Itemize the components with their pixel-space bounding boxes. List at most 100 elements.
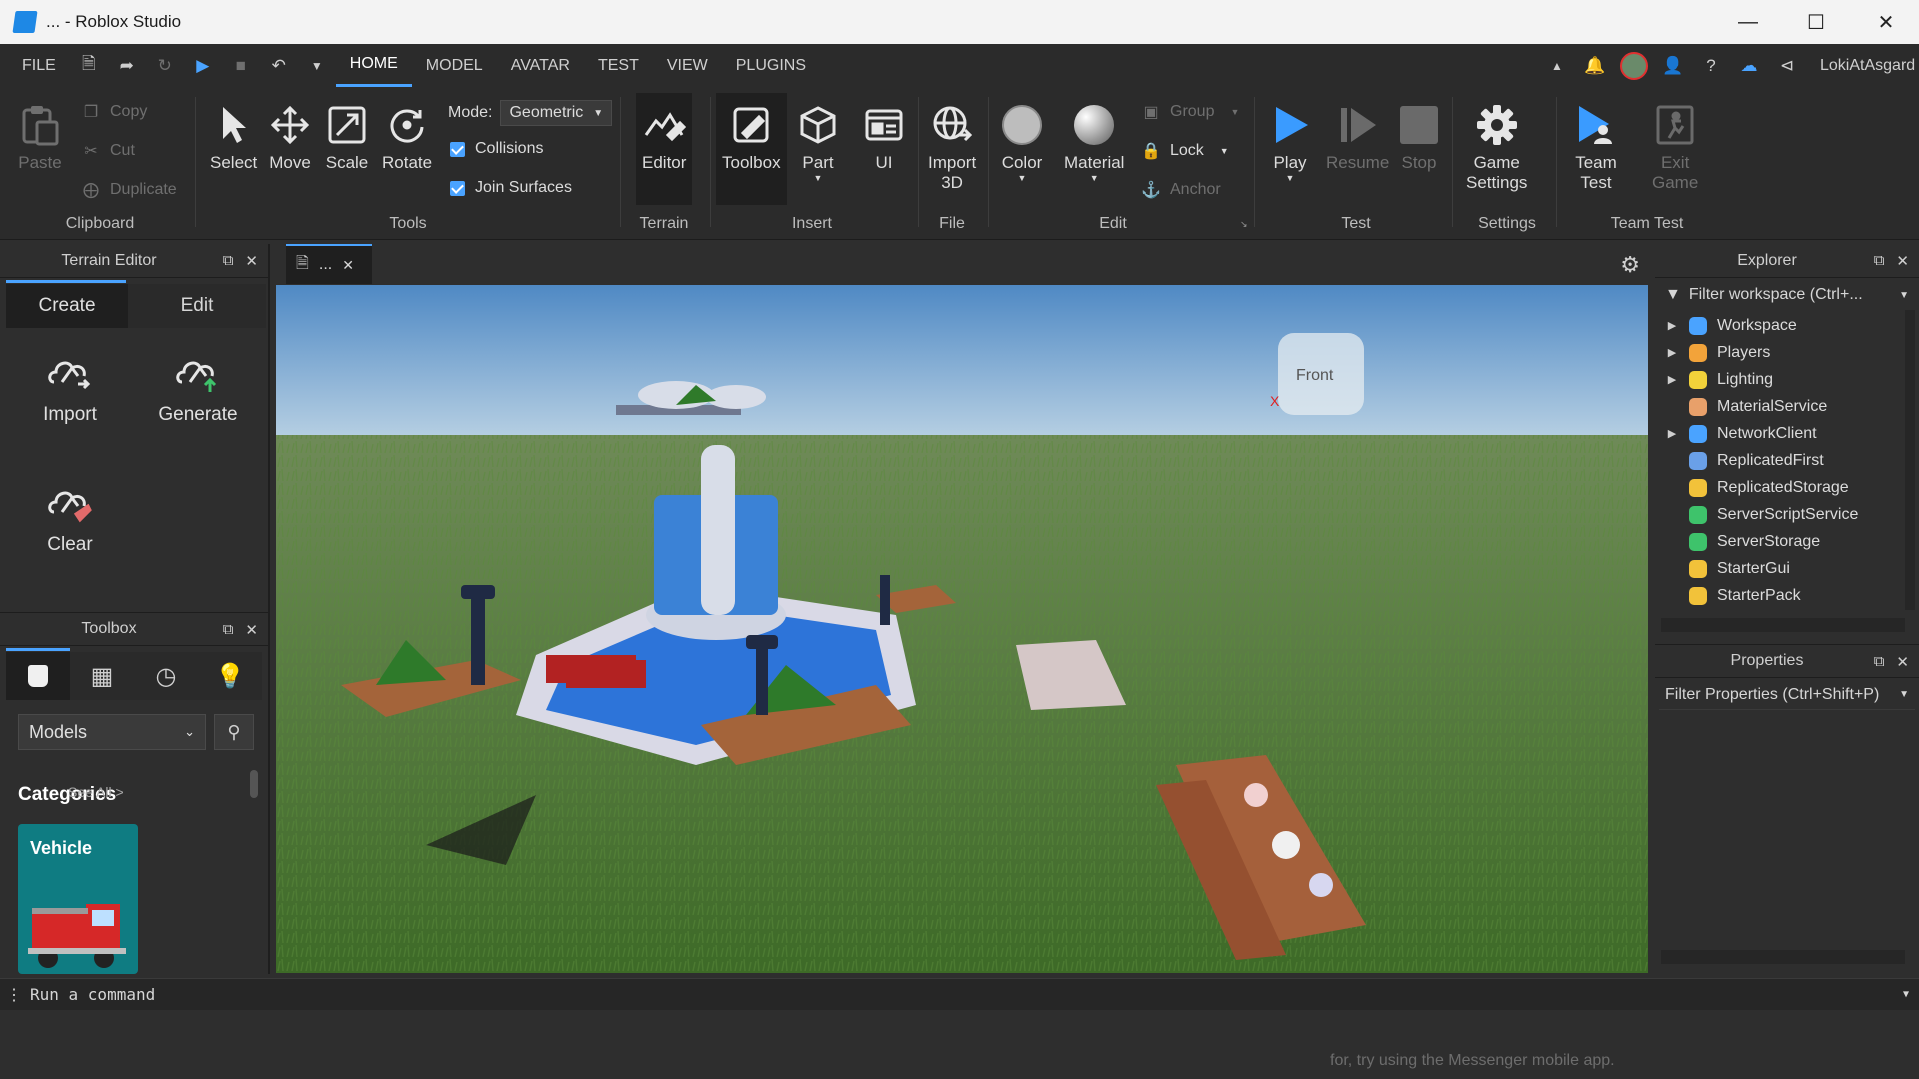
explorer-item-players[interactable]: ▶ Players xyxy=(1655,339,1895,366)
toolbox-category-dropdown[interactable]: Models ⌄ xyxy=(18,714,206,750)
close-icon[interactable]: ✕ xyxy=(245,621,258,639)
duplicate-button[interactable]: ⨁ Duplicate xyxy=(80,179,177,201)
minimize-button[interactable]: — xyxy=(1713,0,1783,44)
join-surfaces-checkbox[interactable]: Join Surfaces xyxy=(450,179,572,197)
undock-icon[interactable]: ⧉ xyxy=(1874,252,1885,270)
play-button[interactable]: Play ▼ xyxy=(1268,103,1312,183)
tab-edit[interactable]: Edit xyxy=(128,284,266,328)
game-settings-button[interactable]: Game Settings xyxy=(1466,103,1527,193)
group-button[interactable]: ▣ Group ▼ xyxy=(1140,101,1239,123)
see-all-link[interactable]: See All > xyxy=(68,784,124,800)
explorer-item-startergui[interactable]: StarterGui xyxy=(1655,555,1895,582)
explorer-item-networkclient[interactable]: ▶ NetworkClient xyxy=(1655,420,1895,447)
stop-button[interactable]: Stop xyxy=(1397,103,1441,173)
explorer-item-lighting[interactable]: ▶ Lighting xyxy=(1655,366,1895,393)
tab-test[interactable]: TEST xyxy=(584,44,653,87)
undock-icon[interactable]: ⧉ xyxy=(223,252,234,270)
mode-dropdown[interactable]: Geometric ▼ xyxy=(500,100,613,126)
chevron-down-icon[interactable]: ▼ xyxy=(1903,989,1909,1000)
properties-filter[interactable]: Filter Properties (Ctrl+Shift+P) ▼ xyxy=(1659,680,1915,710)
tab-view[interactable]: VIEW xyxy=(653,44,722,87)
explorer-filter[interactable]: ▼ Filter workspace (Ctrl+... ▼ xyxy=(1659,280,1915,310)
explorer-item-workspace[interactable]: ▶ Workspace xyxy=(1655,312,1895,339)
close-window-button[interactable]: ✕ xyxy=(1851,0,1919,44)
notifications-icon[interactable]: 🔔 xyxy=(1584,56,1605,76)
tab-avatar[interactable]: AVATAR xyxy=(497,44,584,87)
close-icon[interactable]: ✕ xyxy=(342,257,354,274)
move-button[interactable]: Move xyxy=(268,103,312,173)
color-button[interactable]: Color ▼ xyxy=(1000,103,1044,183)
anchor-button[interactable]: ⚓ Anchor xyxy=(1140,179,1221,201)
quick-access-dropdown-icon[interactable]: ▼ xyxy=(307,56,327,76)
stop-quick-icon[interactable]: ■ xyxy=(231,56,251,76)
explorer-item-materialservice[interactable]: MaterialService xyxy=(1655,393,1895,420)
collapse-ribbon-icon[interactable]: ▲ xyxy=(1547,56,1567,76)
toolbox-tab-recent[interactable]: ◷ xyxy=(134,652,198,700)
rotate-button[interactable]: Rotate xyxy=(382,103,432,173)
expand-arrow-icon[interactable]: ▶ xyxy=(1655,373,1689,386)
expand-arrow-icon[interactable]: ▶ xyxy=(1655,346,1689,359)
cut-button[interactable]: ✂ Cut xyxy=(80,140,135,162)
edit-group-expand-icon[interactable]: ↘ xyxy=(1240,219,1248,230)
ui-button[interactable]: UI xyxy=(862,103,906,173)
tab-model[interactable]: MODEL xyxy=(412,44,497,87)
material-button[interactable]: Material ▼ xyxy=(1064,103,1124,183)
team-test-button[interactable]: Team Test xyxy=(1574,103,1618,193)
toolbox-tab-creations[interactable]: 💡 xyxy=(198,652,262,700)
maximize-button[interactable]: ☐ xyxy=(1781,0,1851,44)
category-card-vehicle[interactable]: Vehicle xyxy=(18,824,138,974)
explorer-item-replicatedstorage[interactable]: ReplicatedStorage xyxy=(1655,474,1895,501)
tab-home[interactable]: HOME xyxy=(335,44,412,87)
copy-button[interactable]: ❐ Copy xyxy=(80,101,148,123)
explorer-scrollbar[interactable] xyxy=(1905,310,1915,610)
properties-horizontal-scrollbar[interactable] xyxy=(1661,950,1905,964)
toolbox-button[interactable]: Toolbox xyxy=(716,93,787,205)
close-icon[interactable]: ✕ xyxy=(1896,653,1909,671)
explorer-item-serverstorage[interactable]: ServerStorage xyxy=(1655,528,1895,555)
close-icon[interactable]: ✕ xyxy=(245,252,258,270)
explorer-item-replicatedfirst[interactable]: ReplicatedFirst xyxy=(1655,447,1895,474)
viewport-settings-icon[interactable]: ⚙ xyxy=(1620,252,1640,278)
publish-icon[interactable]: ➦ xyxy=(117,56,137,76)
exit-game-button[interactable]: Exit Game xyxy=(1652,103,1698,193)
avatar[interactable] xyxy=(1620,51,1648,80)
terrain-clear-button[interactable]: Clear xyxy=(20,484,120,556)
share-icon[interactable]: ⊲ xyxy=(1777,56,1797,76)
new-file-icon[interactable]: 🗎 xyxy=(79,54,99,76)
explorer-item-serverscriptservice[interactable]: ServerScriptService xyxy=(1655,501,1895,528)
collisions-checkbox[interactable]: Collisions xyxy=(450,140,543,158)
add-user-icon[interactable]: 👤 xyxy=(1662,56,1683,76)
terrain-editor-button[interactable]: Editor xyxy=(636,93,693,205)
file-menu[interactable]: FILE xyxy=(0,44,70,87)
explorer-item-starterpack[interactable]: StarterPack xyxy=(1655,582,1895,608)
play-quick-icon[interactable]: ▶ xyxy=(193,56,213,76)
help-icon[interactable]: ? xyxy=(1701,56,1721,76)
expand-arrow-icon[interactable]: ▶ xyxy=(1655,319,1689,332)
import-3d-button[interactable]: Import 3D xyxy=(928,103,976,193)
undock-icon[interactable]: ⧉ xyxy=(1874,653,1885,671)
undock-icon[interactable]: ⧉ xyxy=(223,621,234,639)
viewport-tab[interactable]: 🗎 ... ✕ xyxy=(286,244,372,284)
undo-icon[interactable]: ↶ xyxy=(269,56,289,76)
tab-create[interactable]: Create xyxy=(6,284,128,328)
select-button[interactable]: Select xyxy=(210,103,257,173)
resume-button[interactable]: Resume xyxy=(1326,103,1389,173)
toolbox-search-button[interactable]: ⚲ xyxy=(214,714,254,750)
view-cube[interactable]: Front xyxy=(1278,333,1364,415)
lock-button[interactable]: 🔒 Lock ▼ xyxy=(1140,140,1229,162)
toolbox-tab-inventory[interactable]: ▦ xyxy=(70,652,134,700)
terrain-generate-button[interactable]: Generate xyxy=(148,354,248,426)
redo-icon[interactable]: ↻ xyxy=(155,56,175,76)
scale-button[interactable]: Scale xyxy=(325,103,369,173)
close-icon[interactable]: ✕ xyxy=(1896,252,1909,270)
3d-viewport[interactable]: Front X xyxy=(276,285,1648,973)
user-name[interactable]: LokiAtAsgard xyxy=(1806,44,1919,87)
terrain-import-button[interactable]: Import xyxy=(20,354,120,426)
toolbox-scrollbar[interactable] xyxy=(250,770,258,798)
tab-plugins[interactable]: PLUGINS xyxy=(722,44,820,87)
command-bar[interactable]: ⋮ Run a command ▼ xyxy=(0,978,1919,1010)
cloud-icon[interactable]: ☁ xyxy=(1739,56,1759,76)
toolbox-tab-marketplace[interactable] xyxy=(6,652,70,700)
expand-arrow-icon[interactable]: ▶ xyxy=(1655,427,1689,440)
paste-button[interactable]: Paste xyxy=(18,103,62,173)
